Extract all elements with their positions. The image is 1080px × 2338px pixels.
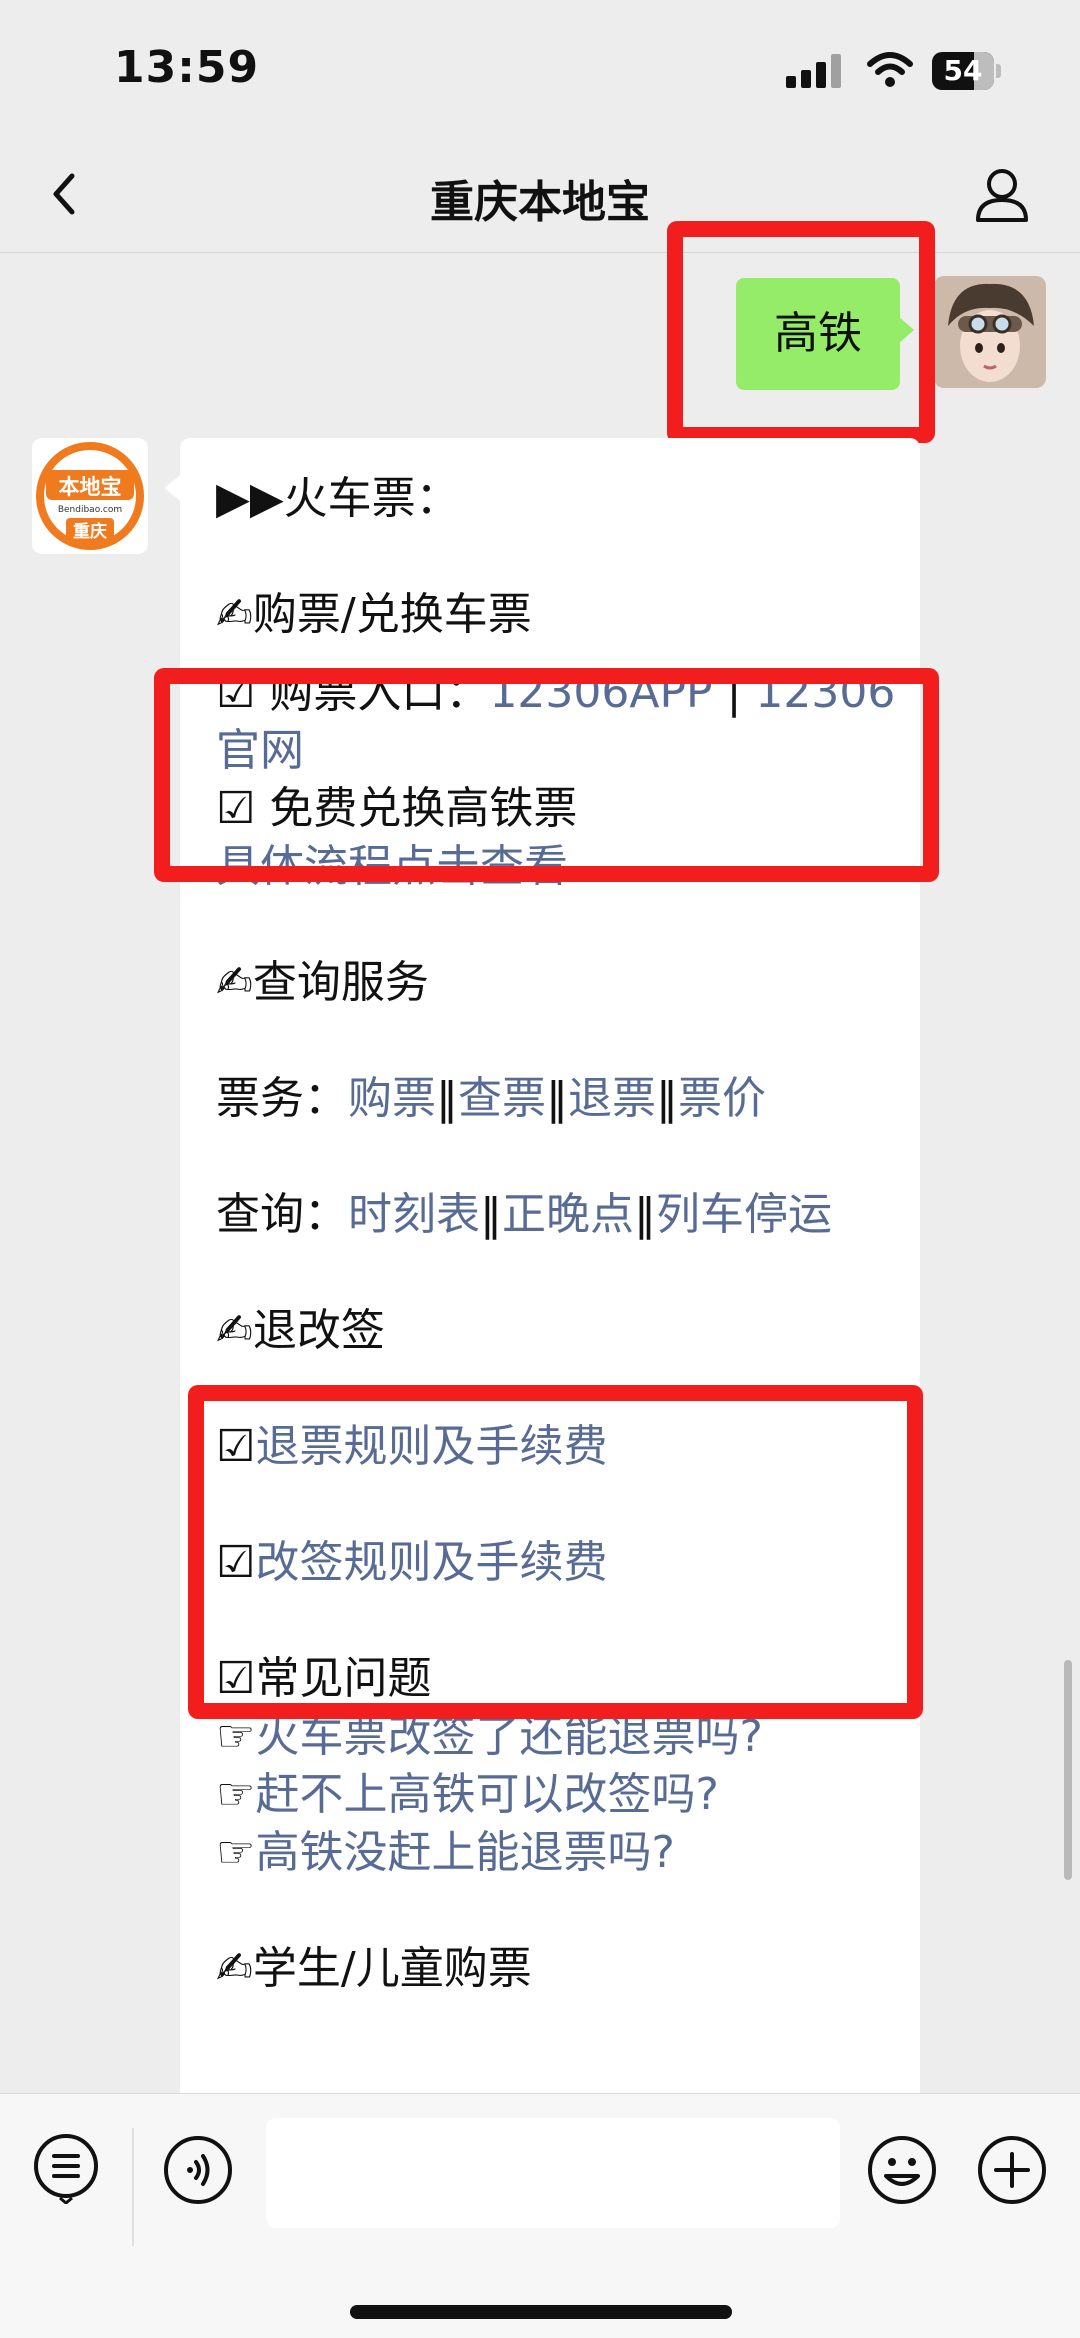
- message-input[interactable]: [266, 2118, 840, 2228]
- wifi-icon: [867, 52, 913, 87]
- link-ticket-price[interactable]: 票价: [678, 1073, 766, 1124]
- bendibao-logo-icon: 本地宝 Bendibao.com 重庆: [36, 442, 144, 550]
- link-check-ticket[interactable]: 查票: [458, 1073, 546, 1124]
- link-train-suspension[interactable]: 列车停运: [656, 1189, 832, 1240]
- section-student-title: ✍学生/儿童购票: [216, 1943, 532, 1994]
- link-separator: ‖: [546, 1073, 568, 1124]
- divider: [132, 2128, 134, 2246]
- link-faq-2[interactable]: 赶不上高铁可以改签吗?: [255, 1769, 718, 1820]
- link-separator: ‖: [480, 1189, 502, 1240]
- link-punctuality[interactable]: 正晚点: [502, 1189, 634, 1240]
- query-label: 查询：: [216, 1189, 348, 1240]
- scrollbar-thumb[interactable]: [1064, 1660, 1072, 1880]
- highlight-box-buy-entry: [154, 668, 939, 882]
- brand-avatar[interactable]: 本地宝 Bendibao.com 重庆: [32, 438, 148, 554]
- emoji-icon[interactable]: [866, 2134, 938, 2206]
- reply-heading: ▶▶火车票：: [216, 473, 460, 524]
- chevron-left-icon[interactable]: [36, 164, 96, 224]
- pointer-icon: ☞: [216, 1827, 256, 1878]
- ticket-services-label: 票务：: [216, 1073, 348, 1124]
- logo-top-text: 本地宝: [59, 475, 122, 499]
- logo-domain-text: Bendibao.com: [58, 505, 122, 515]
- link-separator: ‖: [656, 1073, 678, 1124]
- highlight-box-sent: [667, 221, 935, 443]
- signal-icon: [786, 54, 842, 88]
- bottom-input-bar: [0, 2093, 1080, 2338]
- section-refund-title: ✍退改签: [216, 1305, 385, 1356]
- status-bar: 13:59 54: [0, 0, 1080, 140]
- link-timetable[interactable]: 时刻表: [348, 1189, 480, 1240]
- person-icon[interactable]: [970, 162, 1034, 226]
- status-time: 13:59: [114, 42, 260, 93]
- menu-list-icon[interactable]: [30, 2132, 102, 2204]
- battery-level: 54: [943, 54, 983, 87]
- section-buy-title: ✍购票/兑换车票: [216, 589, 532, 640]
- faq-item: ☞赶不上高铁可以改签吗?: [216, 1766, 906, 1824]
- voice-icon[interactable]: [162, 2134, 234, 2206]
- section-query-title: ✍查询服务: [216, 957, 429, 1008]
- home-indicator: [350, 2305, 732, 2319]
- highlight-box-refund-change: [188, 1385, 923, 1719]
- link-separator: ‖: [634, 1189, 656, 1240]
- user-avatar-image: [934, 276, 1046, 388]
- ticket-services-row: 票务：购票‖查票‖退票‖票价: [216, 1070, 906, 1128]
- link-refund-ticket[interactable]: 退票: [568, 1073, 656, 1124]
- user-avatar[interactable]: [934, 276, 1046, 388]
- query-row: 查询：时刻表‖正晚点‖列车停运: [216, 1186, 906, 1244]
- pointer-icon: ☞: [216, 1769, 256, 1820]
- logo-city-text: 重庆: [73, 521, 107, 542]
- faq-item: ☞高铁没赶上能退票吗?: [216, 1824, 906, 1882]
- link-faq-3[interactable]: 高铁没赶上能退票吗?: [255, 1827, 674, 1878]
- link-buy-ticket[interactable]: 购票: [348, 1073, 436, 1124]
- battery-icon: 54: [932, 52, 1002, 90]
- plus-icon[interactable]: [976, 2134, 1048, 2206]
- link-separator: ‖: [436, 1073, 458, 1124]
